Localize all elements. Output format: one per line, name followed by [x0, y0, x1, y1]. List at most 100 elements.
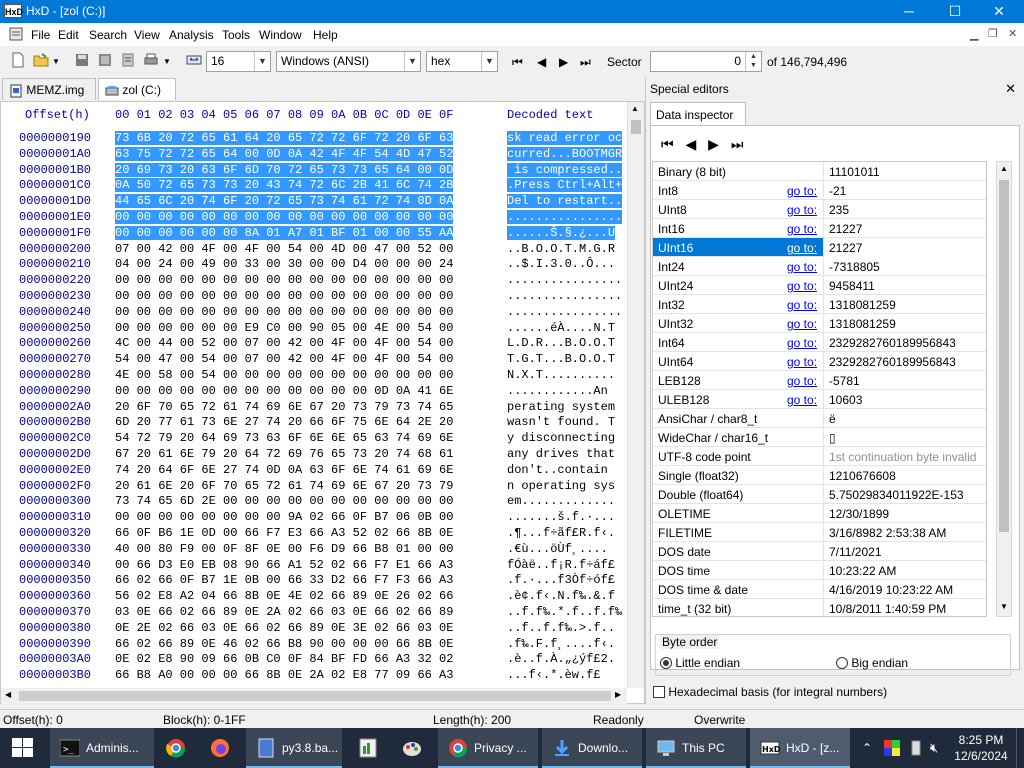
inspector-value[interactable]: ▯ — [823, 428, 986, 447]
tray-overflow-icon[interactable]: ⌃ — [862, 741, 872, 755]
go-to-link[interactable]: go to: — [787, 184, 817, 198]
inspector-value[interactable]: ë — [823, 409, 986, 428]
inspector-value[interactable]: -5781 — [823, 371, 986, 390]
row-decoded-text[interactable]: y disconnecting — [507, 431, 615, 445]
scroll-right-icon[interactable]: ▶ — [615, 690, 621, 699]
menu-help[interactable]: Help — [313, 28, 338, 42]
row-hex-bytes[interactable]: 4E 00 58 00 54 00 00 00 00 00 00 00 00 0… — [115, 368, 453, 382]
go-to-link[interactable]: go to: — [787, 393, 817, 407]
tab-memz-img[interactable]: MEMZ.img — [2, 78, 96, 100]
row-hex-bytes[interactable]: 4C 00 44 00 52 00 07 00 42 00 4F 00 4F 0… — [115, 336, 453, 350]
hex-row[interactable]: 00000002A0 20 6F 70 65 72 61 74 69 6E 67 … — [1, 400, 631, 416]
inspector-row[interactable]: Binary (8 bit) 11101011 — [653, 162, 986, 181]
spinner-icon[interactable]: ▲ ▼ — [745, 52, 761, 71]
hex-row[interactable]: 0000000330 40 00 80 F9 00 0F 8F 0E 00 F6 … — [1, 542, 631, 558]
scroll-down-icon[interactable]: ▼ — [1000, 602, 1008, 611]
hex-row[interactable]: 0000000230 00 00 00 00 00 00 00 00 00 00 … — [1, 289, 631, 305]
row-hex-bytes[interactable]: 66 0F B6 1E 0D 00 66 F7 E3 66 A3 52 02 6… — [115, 526, 453, 540]
hex-row[interactable]: 0000000350 66 02 66 0F B7 1E 0B 00 66 33 … — [1, 573, 631, 589]
bytes-per-row-select[interactable]: 16 ▼ — [206, 51, 271, 72]
hex-row[interactable]: 0000000260 4C 00 44 00 52 00 07 00 42 00 … — [1, 336, 631, 352]
inspector-row[interactable]: Int8 go to: -21 — [653, 181, 986, 200]
prev-icon[interactable]: ◀ — [686, 136, 697, 152]
menu-file[interactable]: File — [31, 28, 50, 42]
hex-row[interactable]: 00000002F0 20 61 6E 20 6F 70 65 72 61 74 … — [1, 479, 631, 495]
row-hex-bytes[interactable]: 03 0E 66 02 66 89 0E 2A 02 66 03 0E 66 0… — [115, 605, 453, 619]
hex-row[interactable]: 00000001C0 0A 50 72 65 73 73 20 43 74 72 … — [1, 178, 631, 194]
inspector-row[interactable]: OLETIME 12/30/1899 — [653, 504, 986, 523]
scroll-left-icon[interactable]: ◀ — [5, 690, 11, 699]
menu-tools[interactable]: Tools — [222, 28, 250, 42]
inspector-value[interactable]: 10/8/2011 1:40:59 PM — [823, 599, 986, 616]
go-to-link[interactable]: go to: — [787, 260, 817, 274]
chrome-icon[interactable] — [166, 738, 186, 758]
inspector-row[interactable]: UInt16 go to: 21227 — [653, 238, 986, 257]
row-hex-bytes[interactable]: 6D 20 77 61 73 6E 27 74 20 66 6F 75 6E 6… — [115, 415, 453, 429]
charset-select[interactable]: Windows (ANSI) ▼ — [276, 51, 421, 72]
row-decoded-text[interactable]: ..B.O.O.T.M.G.R — [507, 242, 615, 256]
row-hex-bytes[interactable]: 67 20 61 6E 79 20 64 72 69 76 65 73 20 7… — [115, 447, 453, 461]
scroll-thumb[interactable] — [999, 180, 1009, 532]
inspector-value[interactable]: 1318081259 — [823, 295, 986, 314]
inspector-row[interactable]: FILETIME 3/16/8982 2:53:38 AM — [653, 523, 986, 542]
tray-color-icon[interactable] — [884, 740, 900, 756]
row-decoded-text[interactable]: .è..f.À.„¿ýf£2. — [507, 652, 615, 666]
open-dropdown-icon[interactable]: ▼ — [52, 57, 60, 66]
hex-row[interactable]: 00000001A0 63 75 72 72 65 64 00 0D 0A 42 … — [1, 146, 631, 163]
first-sector-icon[interactable]: ⏮ — [512, 55, 523, 70]
inspector-row[interactable]: time_t (32 bit) 10/8/2011 1:40:59 PM — [653, 599, 986, 616]
row-hex-bytes[interactable]: 20 69 73 20 63 6F 6D 70 72 65 73 73 65 6… — [115, 162, 454, 177]
inspector-value[interactable]: -21 — [823, 181, 986, 200]
row-decoded-text[interactable]: is compressed.. — [507, 162, 623, 177]
sector-input[interactable]: 0 ▲ ▼ — [650, 51, 762, 72]
go-to-link[interactable]: go to: — [787, 336, 817, 350]
inspector-row[interactable]: DOS time & date 4/16/2019 10:23:22 AM — [653, 580, 986, 599]
open-folder-icon[interactable] — [33, 52, 49, 68]
inspector-row[interactable]: Int64 go to: 2329282760189956843 — [653, 333, 986, 352]
row-decoded-text[interactable]: Del to restart.. — [507, 194, 623, 209]
inspector-row[interactable]: DOS time 10:23:22 AM — [653, 561, 986, 580]
hex-row[interactable]: 0000000240 00 00 00 00 00 00 00 00 00 00 … — [1, 305, 631, 321]
inspector-value[interactable]: 1318081259 — [823, 314, 986, 333]
row-decoded-text[interactable]: ................ — [507, 305, 622, 319]
inspector-value[interactable]: -7318805 — [823, 257, 986, 276]
hex-row[interactable]: 00000001F0 00 00 00 00 00 00 8A 01 A7 01 … — [1, 225, 631, 242]
hex-row[interactable]: 00000002D0 67 20 61 6E 79 20 64 72 69 76 … — [1, 447, 631, 463]
row-hex-bytes[interactable]: 00 00 00 00 00 00 00 00 9A 02 66 0F B7 0… — [115, 510, 453, 524]
inspector-row[interactable]: ULEB128 go to: 10603 — [653, 390, 986, 409]
hex-row[interactable]: 00000002E0 74 20 64 6F 6E 27 74 0D 0A 63 … — [1, 463, 631, 479]
hex-row[interactable]: 0000000370 03 0E 66 02 66 89 0E 2A 02 66 … — [1, 605, 631, 621]
row-decoded-text[interactable]: ......Š.§.¿...U — [507, 225, 616, 240]
menu-analysis[interactable]: Analysis — [169, 28, 214, 42]
scroll-up-icon[interactable]: ▲ — [631, 104, 639, 113]
inspector-value[interactable]: 235 — [823, 200, 986, 219]
row-decoded-text[interactable]: any drives that — [507, 447, 615, 461]
go-to-link[interactable]: go to: — [787, 355, 817, 369]
mdi-restore-icon[interactable]: ❐ — [988, 27, 998, 40]
row-decoded-text[interactable]: ..f..f.f‰.>.f.. — [507, 621, 615, 635]
little-endian-radio[interactable]: Little endian — [660, 655, 740, 670]
hex-row[interactable]: 00000002C0 54 72 79 20 64 69 73 63 6F 6E … — [1, 431, 631, 447]
next-icon[interactable]: ▶ — [708, 136, 719, 152]
taskbar-this-pc[interactable]: This PC — [646, 728, 746, 768]
row-decoded-text[interactable]: ................ — [507, 289, 622, 303]
hex-row[interactable]: 00000001E0 00 00 00 00 00 00 00 00 00 00 … — [1, 210, 631, 226]
row-hex-bytes[interactable]: 04 00 24 00 49 00 33 00 30 00 00 D4 00 0… — [115, 257, 453, 271]
inspector-value[interactable]: 2329282760189956843 — [823, 352, 986, 371]
prev-sector-icon[interactable]: ◀ — [537, 55, 546, 69]
firefox-icon[interactable] — [210, 738, 230, 758]
hex-row[interactable]: 00000002B0 6D 20 77 61 73 6E 27 74 20 66 … — [1, 415, 631, 431]
big-endian-radio[interactable]: Big endian — [836, 655, 908, 670]
inspector-value[interactable]: 10:23:22 AM — [823, 561, 986, 580]
inspector-value[interactable]: 7/11/2021 — [823, 542, 986, 561]
taskbar-admin-cmd[interactable]: >_ Adminis... — [50, 728, 154, 768]
hex-row[interactable]: 0000000360 56 02 E8 A2 04 66 8B 0E 4E 02 … — [1, 589, 631, 605]
row-hex-bytes[interactable]: 66 02 66 89 0E 46 02 66 B8 90 00 00 00 6… — [115, 637, 453, 651]
row-decoded-text[interactable]: N.X.T.......... — [507, 368, 615, 382]
row-decoded-text[interactable]: don't..contain — [507, 463, 608, 477]
hex-row[interactable]: 00000003B0 66 B8 A0 00 00 00 66 8B 0E 2A … — [1, 668, 631, 684]
row-decoded-text[interactable]: ..$.I.3.0..Ô... — [507, 257, 615, 271]
inspector-value[interactable]: 1210676608 — [823, 466, 986, 485]
row-hex-bytes[interactable]: 54 00 47 00 54 00 07 00 42 00 4F 00 4F 0… — [115, 352, 453, 366]
tab-data-inspector[interactable]: Data inspector — [650, 102, 746, 126]
